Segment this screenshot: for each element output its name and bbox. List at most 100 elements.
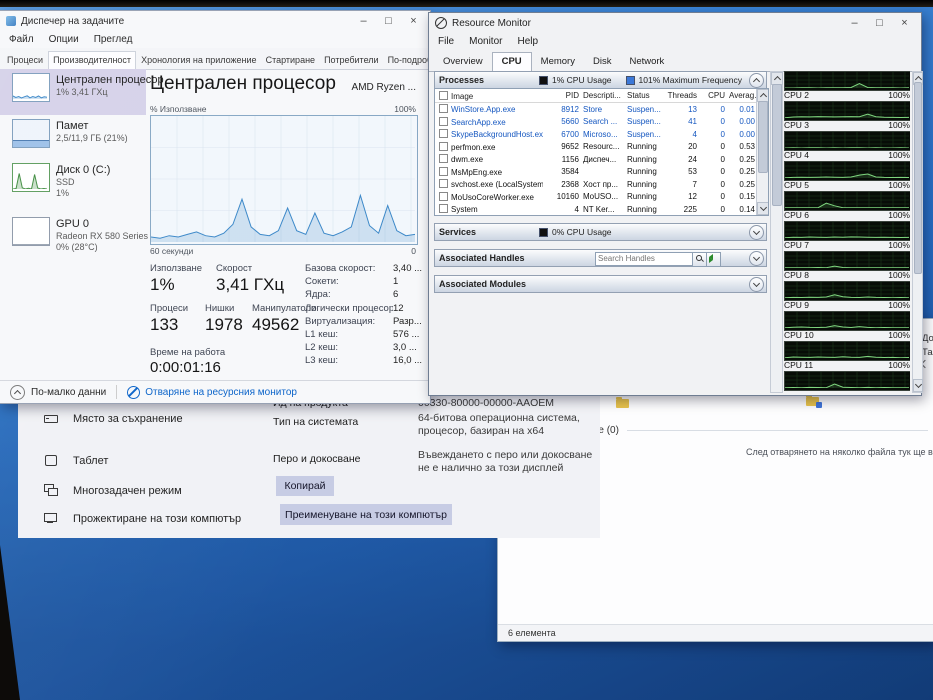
process-cell: 1156 (561, 154, 579, 164)
file-list-item[interactable]: Докум (922, 333, 933, 344)
column-header[interactable]: Averag... (727, 91, 757, 100)
column-header[interactable]: PID (543, 91, 581, 100)
core-scale: 100% (888, 180, 910, 190)
resource-monitor-app-icon (435, 17, 447, 29)
process-row[interactable]: SkypeBackgroundHost.exe 6700 Microso... Sus… (435, 128, 768, 141)
processes-section-header[interactable]: Processes 1% CPU Usage 101% Maximum Freq… (434, 71, 767, 89)
process-row[interactable]: System 4 NT Ker... Running 225 0 0.14 (435, 203, 768, 215)
detail-label: Виртуализация: (305, 315, 376, 327)
resource-monitor-icon (127, 385, 141, 399)
rm-tab[interactable]: CPU (491, 52, 532, 72)
cpu-core-graph (784, 341, 910, 361)
cpu-core-graph (784, 251, 910, 271)
search-handles-input[interactable] (595, 251, 697, 266)
search-icon[interactable] (692, 251, 707, 267)
process-row[interactable]: perfmon.exe 9652 Resourc... Running 20 0 0.53 (435, 141, 768, 154)
collapse-processes-button[interactable] (749, 72, 764, 88)
sidebar-item-mem[interactable]: Памет 2,5/11,9 ГБ (21%) (0, 115, 146, 159)
settings-sidebar-item[interactable]: Място за съхранение (44, 412, 183, 425)
resource-monitor-titlebar[interactable]: Resource Monitor – □ × (429, 13, 921, 33)
menu-item[interactable]: File (438, 36, 454, 47)
table-scrollbar[interactable] (756, 89, 768, 215)
process-checkbox[interactable] (439, 154, 448, 164)
rm-tab[interactable]: Memory (532, 53, 584, 71)
tm-tab[interactable]: По-подробно (384, 52, 430, 69)
maximize-button[interactable]: □ (376, 12, 401, 30)
process-checkbox[interactable] (439, 191, 448, 201)
close-button[interactable]: × (401, 12, 426, 30)
column-header[interactable]: Status (625, 91, 665, 100)
rm-tab[interactable]: Disk (584, 53, 620, 71)
settings-sidebar-item[interactable]: Таблет (44, 454, 108, 467)
menu-item[interactable]: Help (517, 36, 538, 47)
rename-pc-button[interactable]: Преименуване на този компютър (280, 504, 452, 525)
menu-item[interactable]: Опции (49, 34, 79, 45)
tm-tab[interactable]: Стартиране (262, 52, 319, 69)
settings-sidebar-item[interactable]: Прожектиране на този компютър (44, 512, 241, 525)
main-scrollbar[interactable] (770, 71, 783, 393)
stat-value: 3,41 ГХц (216, 275, 285, 294)
process-row[interactable]: MoUsoCoreWorker.exe 10160 MoUSO... Running 1… (435, 191, 768, 204)
file-list-item[interactable]: Тази ко (922, 347, 933, 358)
table-header-row: Image PID Descripti... Status Threads CPU Aver… (435, 89, 768, 103)
tm-tab[interactable]: Процеси (3, 52, 47, 69)
process-row[interactable]: WinStore.App.exe 8912 Store Suspen... 13 0 0.0… (435, 103, 768, 116)
tm-tab[interactable]: Производителност (48, 51, 137, 69)
scrollbar-thumb[interactable] (914, 82, 922, 274)
process-cell: WinStore.App.exe (435, 104, 543, 114)
process-checkbox[interactable] (439, 179, 448, 189)
open-resource-monitor-link[interactable]: Отваряне на ресурсния монитор (145, 387, 297, 398)
task-manager-titlebar[interactable]: Диспечер на задачите – □ × (0, 11, 430, 31)
process-checkbox[interactable] (439, 129, 448, 139)
process-row[interactable]: MsMpEng.exe 3584 Running 53 0 0.25 (435, 166, 768, 179)
close-button[interactable]: × (892, 14, 917, 32)
column-header[interactable]: Image (435, 90, 543, 101)
column-header[interactable]: Descripti... (581, 91, 625, 100)
process-checkbox[interactable] (439, 204, 448, 214)
less-details-button[interactable]: По-малко данни (31, 387, 106, 398)
expand-modules-button[interactable] (749, 276, 764, 292)
memory-used-band (13, 140, 49, 147)
process-checkbox[interactable] (439, 141, 448, 151)
services-section-header[interactable]: Services 0% CPU Usage (434, 223, 767, 241)
sidebar-item-cpu[interactable]: Централен процесор 1% 3,41 ГХц (0, 69, 164, 115)
menu-item[interactable]: Файл (9, 34, 34, 45)
rm-tab[interactable]: Network (620, 53, 673, 71)
cpu-panel-scrollbar[interactable] (912, 71, 923, 393)
scroll-down-button[interactable] (913, 379, 923, 392)
process-checkbox[interactable] (439, 166, 448, 176)
modules-section-header[interactable]: Associated Modules (434, 275, 767, 293)
scrollbar-thumb[interactable] (772, 84, 782, 206)
copy-button[interactable]: Копирай (276, 476, 334, 496)
handles-section-header[interactable]: Associated Handles (434, 249, 767, 267)
sidebar-item-gpu[interactable]: GPU 0 Radeon RX 580 Series 0% (28°C) (0, 213, 148, 271)
minimize-button[interactable]: – (842, 14, 867, 32)
tablet-icon (44, 454, 58, 467)
process-checkbox[interactable] (439, 104, 448, 114)
gpu-flat-line (13, 244, 49, 245)
column-header[interactable]: CPU (699, 91, 727, 100)
process-row[interactable]: svchost.exe (LocalSystemNetwo... 2368 Хост… (435, 178, 768, 191)
scrollbar-thumb[interactable] (758, 101, 768, 173)
expand-services-button[interactable] (749, 224, 764, 240)
select-all-checkbox[interactable] (439, 90, 448, 100)
folder-icon[interactable] (806, 395, 822, 408)
expand-handles-button[interactable] (749, 250, 764, 266)
cpu-panel-title: Централен процесор (150, 73, 336, 94)
process-row[interactable]: SearchApp.exe 5660 Search ... Suspen... 41 0 0… (435, 116, 768, 129)
maximize-button[interactable]: □ (867, 14, 892, 32)
refresh-icon[interactable] (706, 251, 721, 267)
rm-tab[interactable]: Overview (434, 53, 492, 71)
tm-tab[interactable]: Потребители (320, 52, 383, 69)
process-row[interactable]: dwm.exe 1156 Диспеч... Running 24 0 0.25 (435, 153, 768, 166)
scroll-down-button[interactable] (757, 202, 768, 215)
process-checkbox[interactable] (439, 116, 448, 126)
menu-item[interactable]: Monitor (469, 36, 502, 47)
tm-tab[interactable]: Хронология на приложение (137, 52, 261, 69)
column-header[interactable]: Threads (665, 91, 699, 100)
settings-sidebar-item[interactable]: Многозадачен режим (44, 484, 182, 497)
folder-icon[interactable] (616, 397, 629, 408)
minimize-button[interactable]: – (351, 12, 376, 30)
menu-item[interactable]: Преглед (94, 34, 133, 45)
sidebar-item-disk[interactable]: Диск 0 (C:) SSD 1% (0, 159, 146, 213)
